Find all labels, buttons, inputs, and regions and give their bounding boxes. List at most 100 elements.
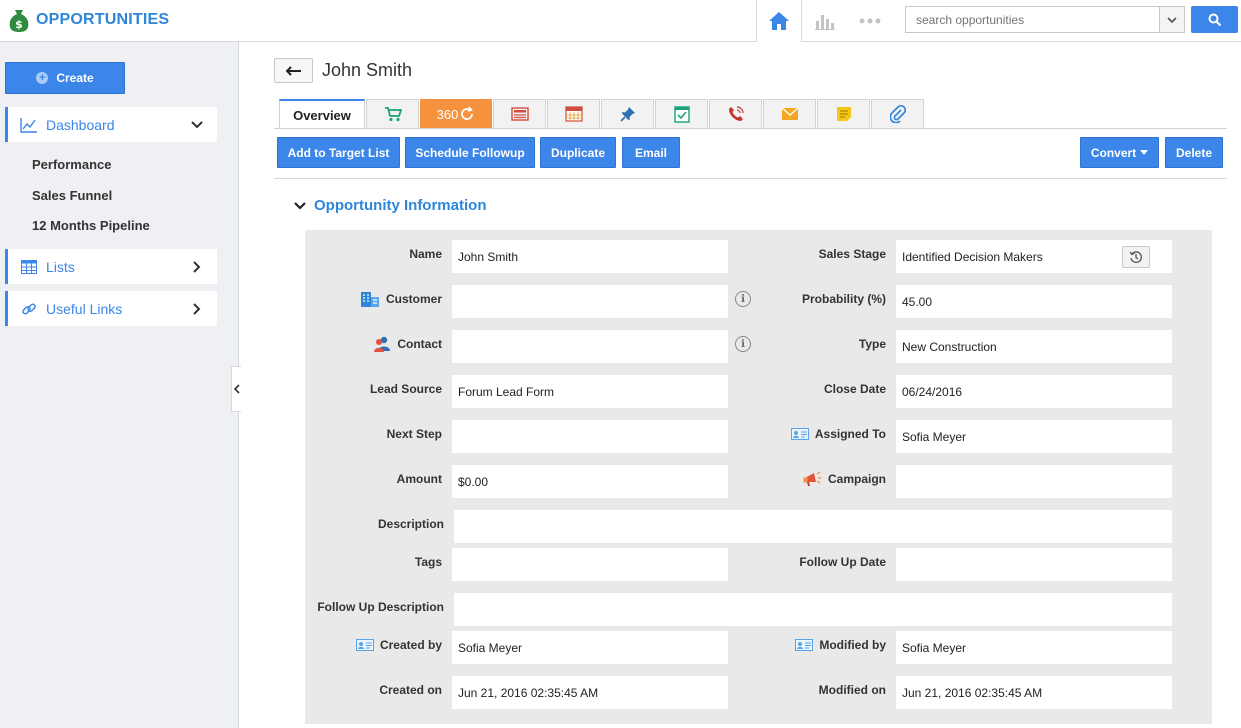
sales-stage-field[interactable]: Identified Decision Makers (896, 240, 1172, 273)
tab-overview[interactable]: Overview (279, 99, 365, 129)
description-field[interactable] (454, 510, 1172, 543)
probability-field[interactable]: 45.00 (896, 285, 1172, 318)
tags-label: Tags (414, 555, 442, 569)
tab-attachments[interactable] (871, 99, 924, 128)
create-button[interactable]: + Create (5, 62, 125, 94)
stage-history-button[interactable] (1122, 246, 1150, 268)
tab-calendar[interactable] (547, 99, 600, 128)
add-to-target-list-button[interactable]: Add to Target List (277, 137, 400, 168)
close-date-field[interactable]: 06/24/2016 (896, 375, 1172, 408)
sidebar-subitem-12-months-pipeline[interactable]: 12 Months Pipeline (32, 218, 150, 233)
tab-products[interactable] (366, 99, 419, 128)
checklist-icon (673, 106, 690, 123)
tags-field[interactable] (452, 548, 728, 581)
mail-icon (781, 107, 798, 120)
note-icon (836, 107, 851, 121)
app-title: OPPORTUNITIES (36, 11, 170, 28)
chevron-down-icon (191, 119, 203, 131)
lead-source-field[interactable]: Forum Lead Form (452, 375, 728, 408)
sidebar-collapse-toggle[interactable] (231, 366, 241, 412)
search-icon (1208, 13, 1221, 26)
customer-field[interactable] (452, 285, 728, 318)
info-icon[interactable]: i (735, 336, 751, 352)
phone-icon (728, 106, 744, 121)
created-by-field[interactable]: Sofia Meyer (452, 631, 728, 664)
app-brand[interactable]: $ OPPORTUNITIES (8, 7, 169, 33)
name-field[interactable]: John Smith (452, 240, 728, 273)
tab-email[interactable] (763, 99, 816, 128)
sidebar-item-lists[interactable]: Lists (5, 249, 217, 284)
id-card-icon (790, 428, 809, 440)
chevron-down-icon (1167, 16, 1177, 23)
line-chart-icon (20, 116, 38, 134)
tabs-underline (274, 128, 1227, 129)
type-label: Type (858, 337, 886, 351)
info-icon[interactable]: i (735, 291, 751, 307)
modified-on-label: Modified on (818, 683, 886, 697)
modified-by-field[interactable]: Sofia Meyer (896, 631, 1172, 664)
plus-icon: + (36, 72, 49, 84)
name-label: Name (409, 247, 442, 261)
search-button[interactable] (1191, 6, 1238, 33)
email-button[interactable]: Email (622, 137, 680, 168)
tab-360-label: 360 (436, 106, 459, 122)
convert-label: Convert (1090, 145, 1137, 160)
chevron-right-icon (191, 302, 203, 315)
home-nav-button[interactable] (756, 0, 802, 42)
lead-source-label: Lead Source (369, 382, 442, 396)
reports-nav-button[interactable] (802, 0, 847, 42)
link-icon (20, 300, 38, 318)
type-field[interactable]: New Construction (896, 330, 1172, 363)
follow-up-date-label: Follow Up Date (799, 555, 886, 569)
tab-tasks[interactable] (655, 99, 708, 128)
campaign-field[interactable] (896, 465, 1172, 498)
assigned-to-field[interactable]: Sofia Meyer (896, 420, 1172, 453)
delete-button[interactable]: Delete (1165, 137, 1223, 168)
pin-icon (619, 107, 635, 122)
sidebar-item-dashboard[interactable]: Dashboard (5, 107, 217, 142)
convert-button[interactable]: Convert (1080, 137, 1159, 168)
duplicate-button[interactable]: Duplicate (540, 137, 616, 168)
modified-on-field[interactable]: Jun 21, 2016 02:35:45 AM (896, 676, 1172, 709)
chevron-left-icon (233, 384, 240, 394)
section-title: Opportunity Information (314, 197, 487, 214)
contact-people-icon (373, 336, 391, 352)
campaign-label-text: Campaign (827, 472, 886, 486)
follow-up-description-field[interactable] (454, 593, 1172, 626)
megaphone-icon (802, 470, 822, 488)
amount-field[interactable]: $0.00 (452, 465, 728, 498)
schedule-followup-button[interactable]: Schedule Followup (405, 137, 535, 168)
tab-360[interactable]: 360 (420, 99, 492, 128)
tab-calls[interactable] (709, 99, 762, 128)
search-dropdown-button[interactable] (1159, 7, 1184, 32)
search-input[interactable] (906, 7, 1156, 32)
caret-down-icon (1140, 150, 1149, 155)
tab-notes[interactable] (817, 99, 870, 128)
tab-pins[interactable] (601, 99, 654, 128)
more-nav-button[interactable] (847, 0, 892, 42)
tab-activities[interactable] (493, 99, 546, 128)
modified-by-label: Modified by (750, 637, 886, 653)
create-label: Create (56, 71, 94, 85)
building-icon (360, 291, 380, 307)
more-dots-icon (859, 18, 880, 24)
search-box (905, 6, 1185, 33)
next-step-label: Next Step (386, 427, 442, 441)
probability-label: Probability (%) (801, 292, 886, 306)
sidebar-subitem-sales-funnel[interactable]: Sales Funnel (32, 188, 112, 203)
next-step-field[interactable] (452, 420, 728, 453)
chevron-right-icon (191, 260, 203, 273)
modified-by-label-text: Modified by (819, 638, 886, 652)
created-on-label: Created on (379, 683, 442, 697)
created-on-field[interactable]: Jun 21, 2016 02:35:45 AM (452, 676, 728, 709)
page-title: John Smith (322, 60, 413, 80)
id-card-icon (795, 639, 814, 651)
contact-field[interactable] (452, 330, 728, 363)
sidebar-item-useful-links[interactable]: Useful Links (5, 291, 217, 326)
section-header[interactable]: Opportunity Information (294, 197, 486, 214)
follow-up-date-field[interactable] (896, 548, 1172, 581)
top-bar: $ OPPORTUNITIES (0, 0, 1241, 42)
sidebar-subitem-performance[interactable]: Performance (32, 157, 111, 172)
follow-up-description-label: Follow Up Description (317, 600, 444, 614)
back-button[interactable] (274, 58, 313, 83)
